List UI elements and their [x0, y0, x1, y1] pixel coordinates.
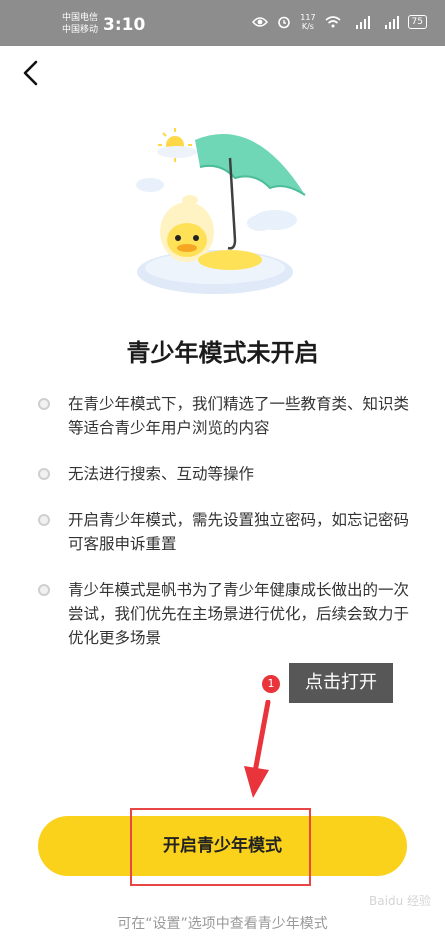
rule-item: 开启青少年模式，需先设置独立密码，如忘记密码可客服申诉重置	[38, 508, 418, 556]
rule-item: 青少年模式是帆书为了青少年健康成长做出的一次尝试，我们优先在主场景进行优化，后续…	[38, 578, 418, 650]
duck-umbrella-illustration	[136, 128, 306, 294]
status-bar: 中国电信 中国移动 3:10 117 K/s 75	[0, 0, 445, 46]
speed-value: 117	[300, 13, 316, 22]
annotation-arrow-icon	[244, 700, 271, 798]
signal-4g-icon-2	[384, 15, 399, 29]
network-speed: 117 K/s	[300, 13, 315, 31]
bullet-icon	[38, 514, 50, 526]
rule-text: 开启青少年模式，需先设置独立密码，如忘记密码可客服申诉重置	[68, 511, 410, 553]
back-button[interactable]	[14, 56, 50, 92]
signal-4g-icon-1	[355, 15, 370, 29]
status-icons: 117 K/s 75	[252, 13, 427, 31]
speed-unit: K/s	[301, 22, 314, 31]
wifi-icon	[325, 16, 341, 28]
carrier-1: 中国电信	[62, 13, 99, 23]
rule-text: 在青少年模式下，我们精选了一些教育类、知识类等适合青少年用户浏览的内容	[68, 395, 410, 437]
annotation-label: 点击打开	[289, 663, 393, 703]
clock: 3:10	[103, 15, 146, 35]
annotation-highlight-box	[130, 808, 311, 886]
page-title: 青少年模式未开启	[126, 339, 319, 367]
watermark: Baidu 经验	[369, 894, 431, 908]
bullet-icon	[38, 584, 50, 596]
carrier-2: 中国移动	[62, 25, 99, 35]
eye-icon	[252, 17, 269, 27]
bullet-icon	[38, 468, 50, 480]
rule-text: 无法进行搜索、互动等操作	[68, 465, 255, 483]
rule-list: 在青少年模式下，我们精选了一些教育类、知识类等适合青少年用户浏览的内容 无法进行…	[38, 392, 418, 672]
rule-item: 无法进行搜索、互动等操作	[38, 462, 418, 486]
footer-hint: 可在“设置”选项中查看青少年模式	[117, 916, 328, 932]
battery-indicator: 75	[407, 15, 427, 29]
chevron-left-icon	[23, 60, 38, 86]
annotation-step-badge: 1	[262, 675, 280, 693]
bullet-icon	[38, 398, 50, 410]
carrier-info: 中国电信 中国移动	[62, 12, 98, 36]
rule-item: 在青少年模式下，我们精选了一些教育类、知识类等适合青少年用户浏览的内容	[38, 392, 418, 440]
rule-text: 青少年模式是帆书为了青少年健康成长做出的一次尝试，我们优先在主场景进行优化，后续…	[68, 581, 410, 647]
alarm-icon	[278, 16, 291, 29]
